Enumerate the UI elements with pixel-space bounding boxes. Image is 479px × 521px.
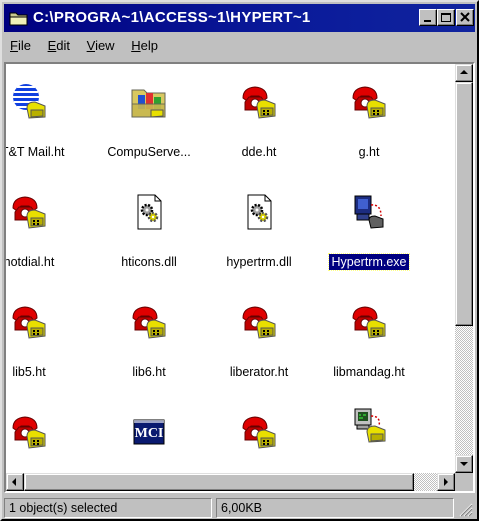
scroll-right-button[interactable] (437, 473, 455, 491)
file-item[interactable]: liberator.ht (204, 302, 314, 380)
file-label: hotdial.ht (6, 255, 55, 269)
computer-phone-icon (349, 406, 389, 446)
file-item[interactable]: libmandag.ht (314, 302, 424, 380)
file-item[interactable]: lib6.ht (94, 302, 204, 380)
minimize-icon (424, 20, 431, 22)
minimize-button[interactable] (419, 9, 437, 26)
file-label: AT&T Mail.ht (6, 145, 65, 159)
menu-view[interactable]: View (81, 36, 122, 55)
file-label: Hypertrm.exe (328, 253, 410, 271)
horizontal-scroll-thumb[interactable] (24, 473, 414, 491)
file-item[interactable]: hticons.dll (94, 192, 204, 270)
menu-bar: File Edit View Help (4, 36, 165, 58)
red-phone-icon (9, 412, 49, 452)
arrow-down-icon (460, 462, 468, 466)
arrow-left-icon (12, 478, 16, 486)
scroll-down-button[interactable] (455, 455, 473, 473)
close-button[interactable] (456, 9, 474, 26)
compuserve-folder-icon (129, 82, 169, 122)
file-item[interactable]: dde.ht (204, 82, 314, 160)
file-item[interactable]: lib5.ht (6, 302, 84, 380)
file-label: lib6.ht (132, 365, 166, 379)
globe-phone-icon (9, 82, 49, 122)
status-selection: 1 object(s) selected (4, 498, 212, 518)
file-item[interactable]: MCIMCI Mail.ht (94, 412, 204, 469)
title-bar[interactable]: C:\PROGRA~1\ACCESS~1\HYPERT~1 (4, 4, 475, 32)
maximize-button[interactable] (437, 9, 455, 26)
red-phone-icon (349, 82, 389, 122)
file-label: lib5.ht (12, 365, 46, 379)
red-phone-icon (9, 192, 49, 232)
file-item[interactable]: AT&T Mail.ht (6, 82, 84, 160)
file-label: hypertrm.dll (226, 255, 292, 269)
file-label: liberator.ht (229, 365, 289, 379)
status-size: 6,00KB (216, 498, 454, 518)
file-view[interactable]: AT&T Mail.ht CompuServe... dde.ht g.ht te hot… (4, 62, 475, 493)
scroll-left-button[interactable] (6, 473, 24, 491)
file-item[interactable]: te (424, 82, 455, 160)
vertical-scrollbar[interactable] (455, 64, 473, 473)
file-label: dde.ht (241, 145, 277, 159)
red-phone-icon (9, 302, 49, 342)
scroll-up-button[interactable] (455, 64, 473, 82)
explorer-window: C:\PROGRA~1\ACCESS~1\HYPERT~1 File Edit … (0, 0, 479, 521)
folder-icon (9, 10, 29, 26)
file-item[interactable]: g.ht (314, 82, 424, 160)
status-bar: 1 object(s) selected 6,00KB (4, 497, 475, 519)
file-item[interactable]: hotdial.ht (6, 192, 84, 270)
file-item[interactable]: btorsdag.ht (6, 412, 84, 469)
file-item[interactable]: lib29-10.ht (314, 406, 424, 469)
file-item[interactable]: hypertrm.dll (204, 192, 314, 270)
close-icon (460, 12, 470, 22)
menu-edit[interactable]: Edit (42, 36, 77, 55)
icon-grid: AT&T Mail.ht CompuServe... dde.ht g.ht te hot… (6, 64, 455, 469)
horizontal-scrollbar[interactable] (6, 473, 455, 491)
dll-gear-file-icon (239, 192, 279, 232)
file-label: CompuServe... (107, 145, 191, 159)
resize-grip-icon[interactable] (459, 503, 473, 517)
red-phone-icon (239, 412, 279, 452)
mci-logo-icon: MCI (129, 412, 169, 452)
hyperterminal-computer-icon (349, 192, 389, 232)
file-item[interactable]: tester.ht (204, 412, 314, 469)
svg-text:MCI: MCI (135, 426, 164, 441)
vertical-scroll-thumb[interactable] (455, 82, 473, 326)
arrow-up-icon (460, 70, 468, 74)
red-phone-icon (349, 302, 389, 342)
file-label: g.ht (358, 145, 380, 159)
red-phone-icon (239, 82, 279, 122)
arrow-right-icon (444, 478, 448, 486)
file-label: libmandag.ht (333, 365, 405, 379)
menu-file[interactable]: File (4, 36, 38, 55)
dll-gear-file-icon (129, 192, 169, 232)
red-phone-icon (129, 302, 169, 342)
scrollbar-corner (455, 473, 473, 491)
menu-help[interactable]: Help (125, 36, 165, 55)
file-item[interactable]: Hypertrm.exe (314, 192, 424, 271)
file-label: hticons.dll (121, 255, 177, 269)
red-phone-icon (239, 302, 279, 342)
window-title: C:\PROGRA~1\ACCESS~1\HYPERT~1 (33, 9, 311, 26)
maximize-icon (441, 13, 451, 22)
file-item[interactable]: CompuServe... (94, 82, 204, 160)
